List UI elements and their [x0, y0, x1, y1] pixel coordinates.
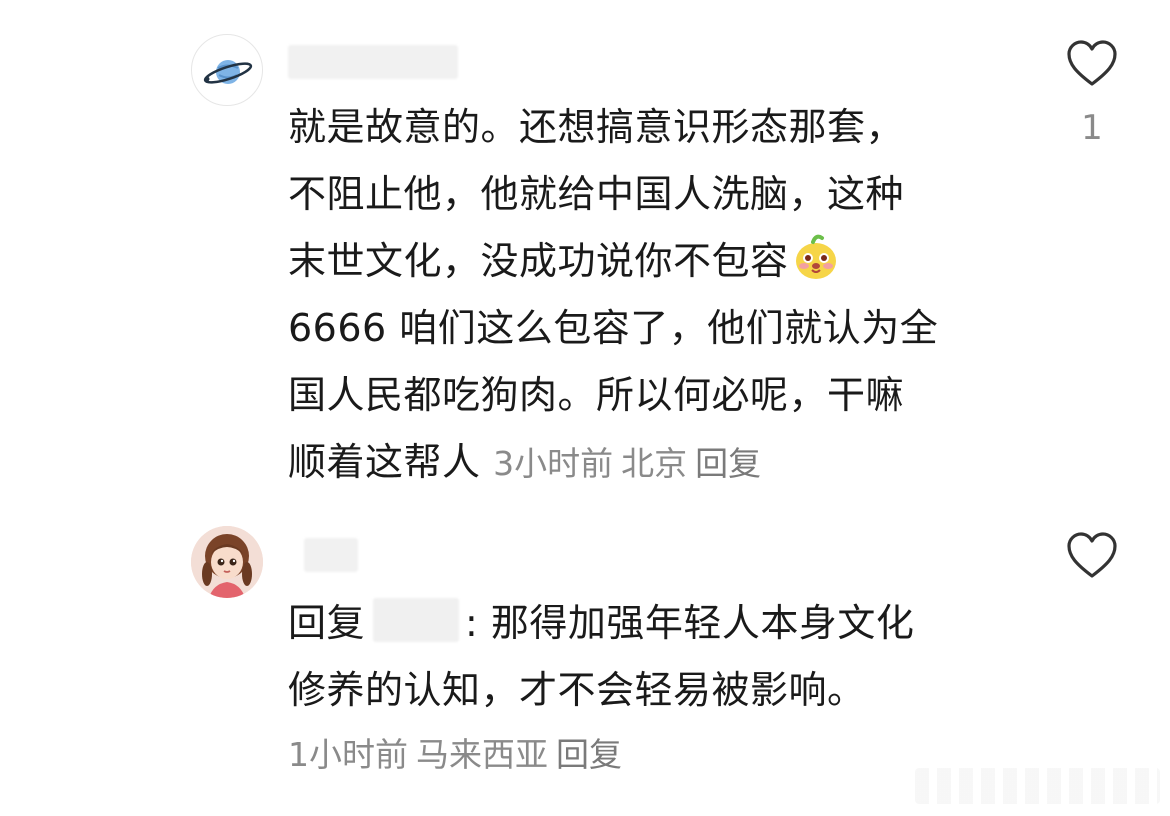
comment-line: 6666 咱们这么包容了，他们就认为全 [288, 306, 939, 350]
like-count: 1 [1081, 108, 1103, 148]
comment-line: 回复: 那得加强年轻人本身文化 [288, 590, 914, 657]
reply-button[interactable]: 回复 [695, 444, 761, 483]
watermark [915, 768, 1160, 804]
comment-text: 就是故意的。还想搞意识形态那套， 不阻止他，他就给中国人洗脑，这种 末世文化，没… [288, 94, 938, 496]
comment-line: 末世文化，没成功说你不包容 [288, 228, 938, 295]
comment-meta: 1小时前 马来西亚 回复 [288, 727, 630, 783]
heart-icon[interactable] [1066, 40, 1118, 88]
comment-location: 北京 [621, 444, 688, 483]
reply-prefix: 回复 [288, 601, 366, 645]
mention-redacted[interactable] [373, 598, 460, 642]
cartoon-girl-avatar [191, 526, 263, 598]
avatar[interactable] [191, 526, 263, 598]
comment-time: 3小时前 [493, 444, 614, 483]
avatar[interactable] [191, 34, 263, 106]
saturn-planet-icon [203, 60, 253, 84]
username-redacted [288, 45, 458, 79]
comment-line: 就是故意的。还想搞意识形态那套， [288, 105, 905, 149]
username-redacted [304, 538, 358, 572]
comment-line: 修养的认知，才不会轻易被影响。 [288, 668, 866, 712]
comment-meta: 3小时前 北京 回复 [493, 444, 769, 483]
reply-button[interactable]: 回复 [556, 735, 622, 774]
comment-text: 回复: 那得加强年轻人本身文化 修养的认知，才不会轻易被影响。 [288, 590, 914, 724]
heart-icon[interactable] [1066, 532, 1118, 580]
comment-line: 不阻止他，他就给中国人洗脑，这种 [288, 172, 905, 216]
comment-time: 1小时前 [288, 735, 408, 774]
comment-line: 国人民都吃狗肉。所以何必呢，干嘛 [288, 373, 905, 417]
yellow-cartoon-face-emoji [795, 234, 836, 279]
comment-line: 顺着这帮人 3小时前 北京 回复 [288, 429, 938, 496]
comment-location: 马来西亚 [416, 735, 548, 774]
